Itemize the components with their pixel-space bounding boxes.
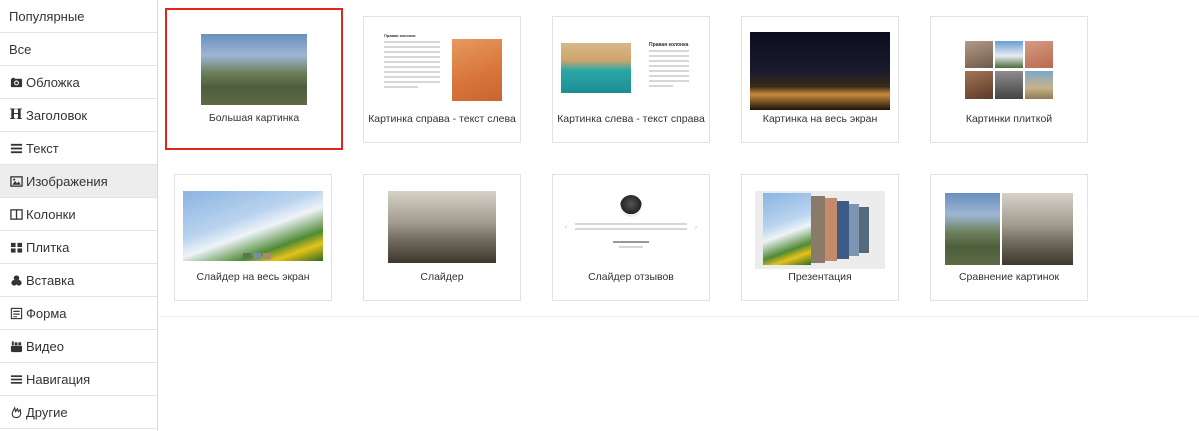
template-fullscreen-slider[interactable]: Слайдер на весь экран — [174, 174, 332, 301]
sidebar-item-label: Текст — [26, 140, 59, 156]
sidebar-item-navigation[interactable]: Навигация — [0, 363, 157, 396]
sidebar-item-label: Форма — [26, 305, 67, 321]
hand-icon — [9, 405, 23, 419]
youtube-icon — [9, 339, 23, 353]
heading-icon: H — [9, 107, 23, 123]
template-thumbnail — [388, 191, 496, 263]
sidebar-item-popular[interactable]: Популярные — [0, 0, 157, 33]
sidebar-item-label: Заголовок — [26, 107, 88, 123]
template-big-image[interactable]: Большая картинка — [165, 8, 343, 150]
sidebar-item-label: Обложка — [26, 74, 80, 90]
sidebar-item-label: Изображения — [26, 173, 108, 189]
template-image-right-text-left[interactable]: Правая колонка Картинка справа - текст с… — [363, 16, 521, 143]
template-slider[interactable]: Слайдер — [363, 174, 521, 301]
thumb-avatar — [620, 195, 642, 217]
sidebar-item-text[interactable]: Текст — [0, 132, 157, 165]
template-image-compare[interactable]: Сравнение картинок — [930, 174, 1088, 301]
sidebar-item-form[interactable]: Форма — [0, 297, 157, 330]
sidebar-item-label: Плитка — [26, 239, 70, 255]
sidebar-item-label: Вставка — [26, 272, 75, 288]
sidebar-item-columns[interactable]: Колонки — [0, 198, 157, 231]
template-thumbnail — [183, 191, 323, 261]
sidebar-item-label: Популярные — [9, 8, 85, 24]
text-lines-icon — [9, 141, 23, 155]
template-label: Картинка на весь экран — [762, 113, 878, 125]
template-thumbnail — [945, 193, 1073, 265]
template-testimonials-slider[interactable]: ‹ › Слайдер отзывов — [552, 174, 710, 301]
row-divider — [159, 316, 1199, 317]
template-label: Слайдер отзывов — [588, 271, 674, 283]
template-image-tiles[interactable]: Картинки плиткой — [930, 16, 1088, 143]
puzzle-icon — [9, 273, 23, 287]
thumb-title: Правая колонка — [649, 42, 689, 48]
sidebar-item-heading[interactable]: H Заголовок — [0, 99, 157, 132]
grid-icon — [9, 240, 23, 254]
sidebar-item-all[interactable]: Все — [0, 33, 157, 66]
form-icon — [9, 306, 23, 320]
sidebar-item-images[interactable]: Изображения — [0, 165, 157, 198]
sidebar-item-label: Другие — [26, 404, 68, 420]
template-thumbnail — [965, 41, 1053, 99]
template-presentation[interactable]: Презентация — [741, 174, 899, 301]
thumb-photo — [452, 39, 502, 101]
sidebar-item-label: Колонки — [26, 206, 76, 222]
template-thumbnail: Правая колонка — [384, 31, 502, 107]
template-thumbnail — [750, 32, 890, 110]
menu-icon — [9, 372, 23, 386]
sidebar-item-cover[interactable]: Обложка — [0, 66, 157, 99]
sidebar-item-tiles[interactable]: Плитка — [0, 231, 157, 264]
template-image-left-text-right[interactable]: Правая колонка Картинка слева - текст сп… — [552, 16, 710, 143]
template-thumbnail — [201, 34, 307, 105]
sidebar-item-label: Видео — [26, 338, 64, 354]
template-label: Картинка слева - текст справа — [557, 113, 705, 125]
template-label: Слайдер на весь экран — [196, 271, 310, 283]
template-label: Слайдер — [420, 271, 464, 283]
template-thumbnail — [755, 191, 885, 269]
template-label: Картинки плиткой — [965, 113, 1053, 125]
template-thumbnail: ‹ › — [561, 187, 701, 267]
thumb-title: Правая колонка — [384, 33, 416, 38]
sidebar-item-label: Навигация — [26, 371, 91, 387]
template-label: Презентация — [788, 271, 852, 283]
sidebar-item-other[interactable]: Другие — [0, 396, 157, 429]
thumb-photo — [561, 43, 631, 93]
camera-icon — [9, 75, 23, 89]
sidebar-item-video[interactable]: Видео — [0, 330, 157, 363]
block-category-sidebar: Популярные Все Обложка H Заголовок Текст… — [0, 0, 158, 431]
template-label: Картинка справа - текст слева — [368, 113, 516, 125]
template-thumbnail: Правая колонка — [561, 31, 691, 107]
sidebar-item-label: Все — [9, 41, 32, 57]
template-fullscreen-image[interactable]: Картинка на весь экран — [741, 16, 899, 143]
image-icon — [9, 174, 23, 188]
template-label: Большая картинка — [208, 112, 300, 124]
template-label: Сравнение картинок — [958, 271, 1060, 283]
columns-icon — [9, 207, 23, 221]
sidebar-item-embed[interactable]: Вставка — [0, 264, 157, 297]
template-grid: Большая картинка Правая колонка Картинка… — [159, 0, 1199, 431]
